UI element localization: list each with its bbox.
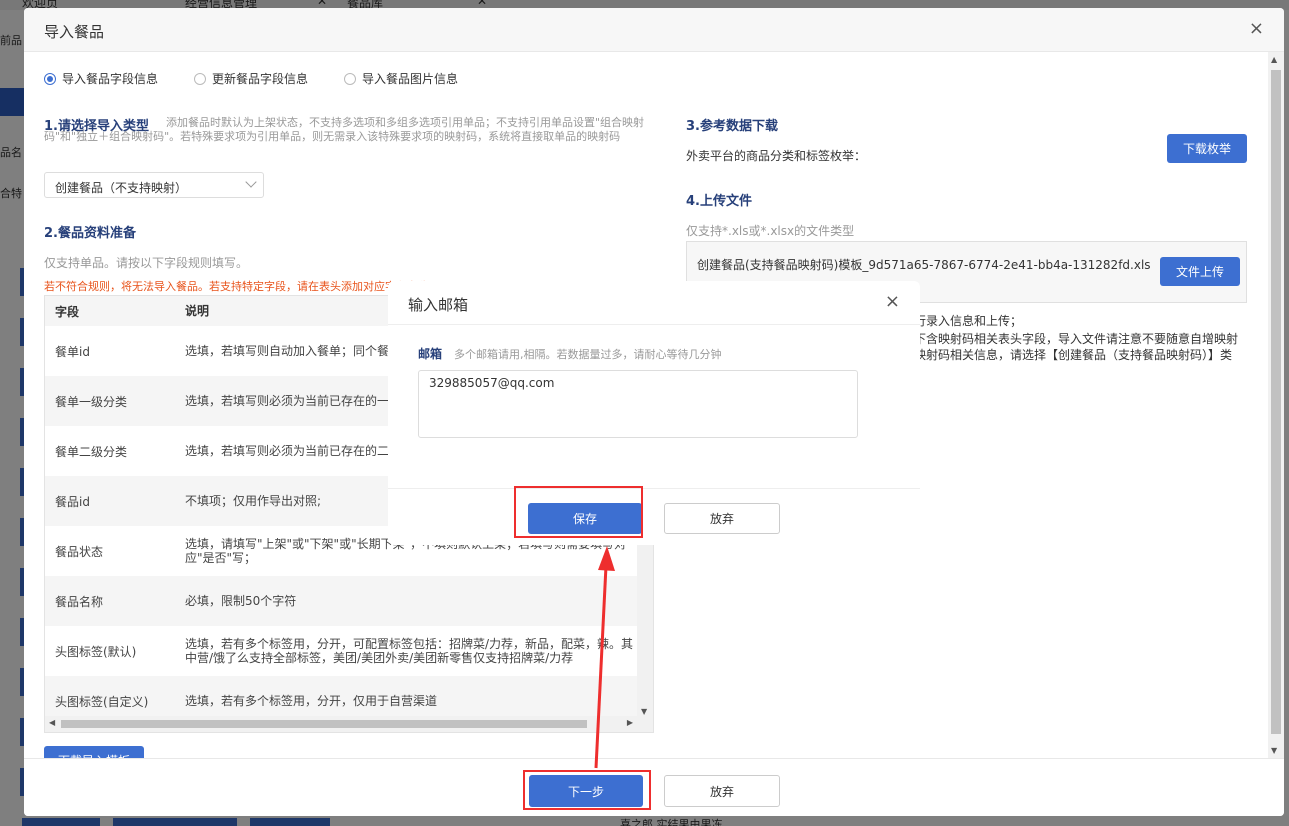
annotation-arrow-icon [594, 546, 615, 769]
arrow-shaft [594, 565, 608, 769]
arrow-head [598, 546, 615, 571]
